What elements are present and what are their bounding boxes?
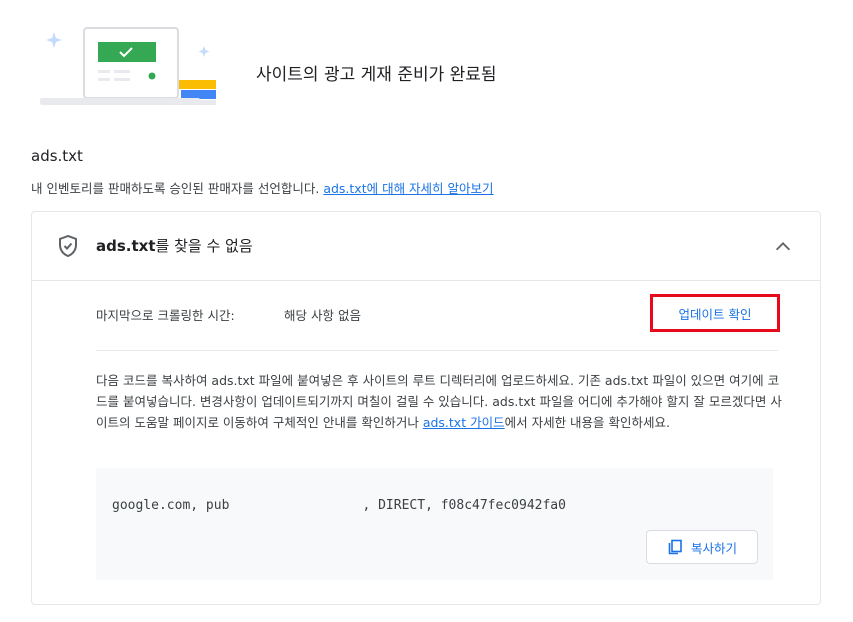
- hero-title: 사이트의 광고 게재 준비가 완료됨: [256, 65, 497, 85]
- ads-txt-guide-link[interactable]: ads.txt 가이드: [423, 415, 505, 430]
- section-description-text: 내 인벤토리를 판매하도록 승인된 판매자를 선언합니다.: [31, 181, 320, 196]
- copy-icon: [668, 539, 682, 555]
- instructions-tail: 에서 자세한 내용을 확인하세요.: [504, 415, 670, 430]
- last-crawl-value: 해당 사항 없음: [284, 308, 361, 323]
- ads-txt-card: ads.txt를 찾을 수 없음 마지막으로 크롤링한 시간: 해당 사항 없음…: [31, 211, 821, 605]
- code-snippet-box: google.com, pub , DIRECT, f08c47fec0942f…: [96, 468, 773, 580]
- status-file-name: ads.txt: [96, 237, 156, 255]
- copy-button[interactable]: 복사하기: [646, 530, 758, 564]
- hero-illustration: [38, 24, 218, 108]
- instructions: 다음 코드를 복사하여 ads.txt 파일에 붙여넣은 후 사이트의 루트 디…: [96, 370, 786, 433]
- card-header[interactable]: ads.txt를 찾을 수 없음: [32, 212, 820, 281]
- status-text: ads.txt를 찾을 수 없음: [96, 235, 253, 256]
- status-suffix: 를 찾을 수 없음: [155, 237, 253, 255]
- section-title: ads.txt: [31, 147, 83, 165]
- learn-more-link[interactable]: ads.txt에 대해 자세히 알아보기: [323, 181, 493, 196]
- section-description: 내 인벤토리를 판매하도록 승인된 판매자를 선언합니다. ads.txt에 대…: [31, 178, 494, 197]
- code-snippet[interactable]: google.com, pub , DIRECT, f08c47fec0942f…: [112, 498, 566, 513]
- laptop-illustration-icon: [40, 27, 216, 105]
- shield-check-icon: [59, 234, 77, 258]
- last-crawl-row: 마지막으로 크롤링한 시간: 해당 사항 없음 업데이트 확인: [96, 294, 780, 351]
- check-update-button[interactable]: 업데이트 확인: [650, 294, 780, 332]
- last-crawl-label: 마지막으로 크롤링한 시간:: [96, 308, 235, 323]
- copy-button-label: 복사하기: [690, 540, 737, 556]
- chevron-up-icon[interactable]: [772, 236, 794, 258]
